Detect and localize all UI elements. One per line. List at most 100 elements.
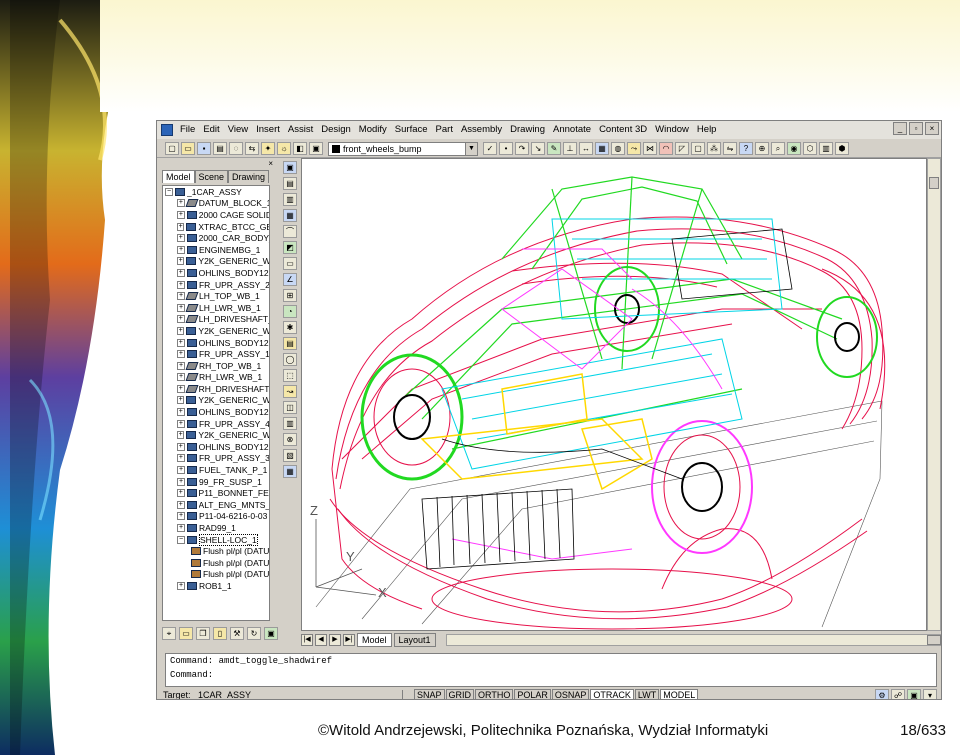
tree-item[interactable]: + P11_BONNET_FEN <box>163 487 269 499</box>
flush-icon[interactable]: ▭ <box>283 257 297 270</box>
prev-layout-icon[interactable]: ◀ <box>315 634 327 646</box>
extrude-icon[interactable]: ▦ <box>595 142 609 155</box>
shell-icon[interactable]: ▢ <box>691 142 705 155</box>
menu-surface[interactable]: Surface <box>391 121 432 139</box>
tree-item[interactable]: + RAD99_1 <box>163 522 269 534</box>
angle-icon[interactable]: ∠ <box>283 273 297 286</box>
tree-item[interactable]: + Y2K_GENERIC_WH <box>163 429 269 441</box>
mode-toggle-snap[interactable]: SNAP <box>414 689 445 699</box>
balloon-icon[interactable]: ◯ <box>283 353 297 366</box>
tree-item[interactable]: + XTRAC_BTCC_GEA <box>163 221 269 233</box>
tree-item[interactable]: + LH_TOP_WB_1 <box>163 290 269 302</box>
expand-icon[interactable]: + <box>177 466 185 475</box>
insert-constraint-icon[interactable]: ⊞ <box>283 289 297 302</box>
tree-item[interactable]: +99_FR_SUSP_1 <box>163 476 269 488</box>
mass-icon[interactable]: ▧ <box>283 449 297 462</box>
expand-icon[interactable]: + <box>177 431 185 440</box>
expand-icon[interactable]: + <box>177 326 185 335</box>
update-icon[interactable]: ▣ <box>264 627 278 640</box>
grid-icon[interactable]: ▦ <box>283 465 297 478</box>
scene-icon[interactable]: ⬚ <box>283 369 297 382</box>
tree-item[interactable]: Flush pl/pl (DATU <box>163 545 269 557</box>
tree-item[interactable]: + OHLINS_BODY120 <box>163 406 269 418</box>
expand-icon[interactable]: + <box>177 315 185 324</box>
tray-communication-icon[interactable]: ☍ <box>891 688 905 699</box>
horizontal-scrollbar[interactable] <box>445 634 941 646</box>
arrow-icon[interactable]: ↘ <box>531 142 545 155</box>
print-icon[interactable]: ▤ <box>213 142 227 155</box>
tree-item[interactable]: Flush pl/pl (DATU <box>163 557 269 569</box>
help-icon[interactable]: ? <box>739 142 753 155</box>
menu-annotate[interactable]: Annotate <box>549 121 595 139</box>
rotate-icon[interactable]: ↷ <box>515 142 529 155</box>
expand-icon[interactable]: + <box>177 442 185 451</box>
part-icon[interactable]: ▣ <box>283 161 297 174</box>
tree-item[interactable]: + ROB1_1 <box>163 580 269 592</box>
horizontal-scroll-thumb[interactable] <box>926 635 941 645</box>
chamfer-icon[interactable]: ◸ <box>675 142 689 155</box>
expand-icon[interactable]: + <box>177 210 185 219</box>
filter-icon[interactable]: ⌖ <box>162 627 176 640</box>
tree-item[interactable]: Flush pl/pl (DATU <box>163 569 269 581</box>
tree-item[interactable]: + RH_DRIVESHAFT_ <box>163 383 269 395</box>
expand-icon[interactable]: + <box>177 408 185 417</box>
menu-view[interactable]: View <box>224 121 252 139</box>
mode-toggle-model[interactable]: MODEL <box>660 689 699 699</box>
restore-icon[interactable]: ▫ <box>909 122 923 135</box>
tree-item[interactable]: + ENGINEMBG_1 <box>163 244 269 256</box>
layer-icon[interactable]: ◧ <box>293 142 307 155</box>
expand-icon[interactable]: + <box>177 477 185 486</box>
pattern-icon[interactable]: ⁂ <box>707 142 721 155</box>
expand-icon[interactable]: + <box>177 257 185 266</box>
tree-item[interactable]: + Y2K_GENERIC_WH <box>163 395 269 407</box>
mode-toggle-ortho[interactable]: ORTHO <box>475 689 514 699</box>
cylinder-icon[interactable]: ▯ <box>213 627 227 640</box>
expand-icon[interactable]: + <box>177 268 185 277</box>
tree-item[interactable]: + DATUM_BLOCK_1 <box>163 198 269 210</box>
expand-icon[interactable]: + <box>177 581 185 590</box>
expand-icon[interactable]: + <box>177 222 185 231</box>
expand-icon[interactable]: + <box>177 396 185 405</box>
menu-edit[interactable]: Edit <box>199 121 223 139</box>
tree-item[interactable]: + FR_UPR_ASSY_3 <box>163 453 269 465</box>
tools-icon[interactable]: ⚒ <box>230 627 244 640</box>
new-file-icon[interactable]: ▢ <box>165 142 179 155</box>
trail-icon[interactable]: ↝ <box>283 385 297 398</box>
tree-item[interactable]: − SHELL-LOC_1 <box>163 533 269 546</box>
open-folder-icon[interactable]: ▭ <box>181 142 195 155</box>
menu-design[interactable]: Design <box>317 121 355 139</box>
expand-icon[interactable]: + <box>177 384 185 393</box>
tree-item[interactable]: + Y2K_GENERIC_WH <box>163 325 269 337</box>
tab-drawing[interactable]: Drawing <box>228 170 270 183</box>
tree-item[interactable]: + FUEL_TANK_P_1 <box>163 464 269 476</box>
tree-item[interactable]: + OHLINS_BODY120 <box>163 267 269 279</box>
tree-item[interactable]: + RH_TOP_WB_1 <box>163 360 269 372</box>
cube-icon[interactable]: ⬢ <box>835 142 849 155</box>
next-layout-icon[interactable]: ▶ <box>329 634 341 646</box>
link-icon[interactable]: ⌒ <box>283 225 297 238</box>
viewport-vertical-scrollbar[interactable] <box>927 158 941 631</box>
menu-file[interactable]: File <box>176 121 199 139</box>
expand-icon[interactable]: + <box>177 292 185 301</box>
tree-item[interactable]: + OHLINS_BODY120 <box>163 337 269 349</box>
expand-icon[interactable]: + <box>177 350 185 359</box>
tree-item[interactable]: + Y2K_GENERIC_WH <box>163 256 269 268</box>
tree-item[interactable]: + FR_UPR_ASSY_1 <box>163 348 269 360</box>
menu-help[interactable]: Help <box>693 121 721 139</box>
expand-icon[interactable]: + <box>177 280 185 289</box>
expand-icon[interactable]: + <box>177 454 185 463</box>
sun-icon[interactable]: ☼ <box>277 142 291 155</box>
menu-modify[interactable]: Modify <box>355 121 391 139</box>
shade-icon[interactable]: ◉ <box>787 142 801 155</box>
loft-icon[interactable]: ⋈ <box>643 142 657 155</box>
expand-icon[interactable]: + <box>177 338 185 347</box>
command-window[interactable]: Command: amdt_toggle_shadwiref Command: <box>165 653 937 687</box>
expand-icon[interactable]: + <box>177 245 185 254</box>
save-icon[interactable]: ▪ <box>197 142 211 155</box>
tray-settings-icon[interactable]: ⚙ <box>875 688 889 699</box>
analyze-icon[interactable]: ▥ <box>283 417 297 430</box>
minimize-icon[interactable]: _ <box>893 122 907 135</box>
collapse-icon[interactable]: − <box>165 187 173 196</box>
model-viewport[interactable]: Z Y X <box>301 158 927 631</box>
expand-icon[interactable]: + <box>177 373 185 382</box>
